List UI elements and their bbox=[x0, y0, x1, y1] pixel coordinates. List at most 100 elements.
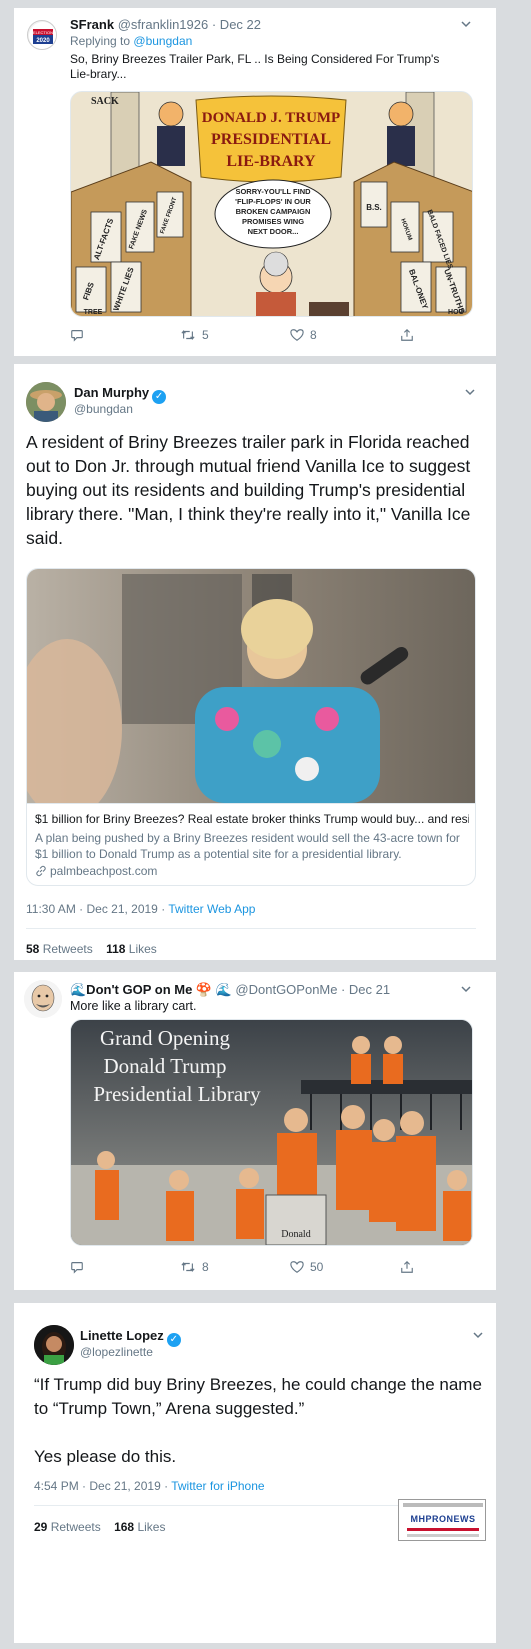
link-card-title: $1 billion for Briny Breezes? Real estat… bbox=[35, 812, 469, 826]
retweets-count: 58 bbox=[26, 942, 40, 956]
tweet-image-jail[interactable]: Donald Grand Opening Donald Trump Presid… bbox=[70, 1019, 473, 1246]
tweet-text: “If Trump did buy Briny Breezes, he coul… bbox=[34, 1375, 482, 1418]
avatar[interactable] bbox=[34, 1325, 74, 1365]
avatar-photo bbox=[26, 382, 66, 422]
avatar[interactable] bbox=[26, 382, 66, 422]
cartoon-illustration: DONALD J. TRUMP PRESIDENTIAL LIE-BRARY A… bbox=[71, 92, 472, 316]
divider bbox=[26, 928, 476, 929]
retweet-button[interactable]: 8 bbox=[180, 1260, 290, 1274]
banner-line-1: DONALD J. TRUMP bbox=[202, 110, 340, 126]
image-line-2: Donald Trump bbox=[103, 1054, 226, 1078]
svg-text:2020: 2020 bbox=[36, 38, 50, 44]
watermark-text: MHPRONEWS bbox=[410, 1514, 476, 1524]
like-icon bbox=[290, 329, 304, 341]
bubble-line-3: BROKEN CAMPAIGN bbox=[236, 207, 311, 216]
replying-label: Replying to bbox=[70, 34, 131, 48]
book-bs: B.S. bbox=[366, 203, 382, 212]
author-name[interactable]: 🌊Don't GOP on Me 🍄 🌊 bbox=[70, 982, 232, 997]
like-button[interactable]: 8 bbox=[290, 328, 400, 342]
bubble-line-2: 'FLIP-FLOPS' IN OUR bbox=[235, 197, 311, 206]
link-icon bbox=[36, 865, 46, 877]
author-name[interactable]: Dan Murphy bbox=[74, 385, 149, 400]
chevron-down-icon[interactable] bbox=[460, 983, 472, 995]
tweet-card-sfrank[interactable]: ELECTION 2020 SFrank @sfranklin1926 · De… bbox=[14, 8, 496, 356]
retweet-icon bbox=[181, 1262, 195, 1272]
tweet-date[interactable]: · Dec 21 bbox=[341, 982, 390, 997]
bubble-line-5: NEXT DOOR... bbox=[248, 227, 299, 236]
tweet-timestamp[interactable]: 4:54 PM · Dec 21, 2019 · bbox=[34, 1479, 171, 1493]
author-handle[interactable]: @lopezlinette bbox=[80, 1345, 153, 1359]
share-button[interactable] bbox=[400, 328, 414, 342]
chevron-down-icon[interactable] bbox=[472, 1329, 484, 1341]
retweet-count: 5 bbox=[202, 328, 209, 342]
like-button[interactable]: 50 bbox=[290, 1260, 400, 1274]
tweet-actions: 8 50 bbox=[70, 1260, 420, 1274]
retweet-button[interactable]: 5 bbox=[180, 328, 290, 342]
bubble-line-4: PROMISES WING bbox=[242, 217, 304, 226]
author-handle[interactable]: @DontGOPonMe bbox=[235, 982, 337, 997]
link-card-photo bbox=[27, 569, 475, 803]
tweet-source-link[interactable]: Twitter Web App bbox=[168, 902, 255, 916]
author-handle[interactable]: @sfranklin1926 bbox=[118, 17, 209, 32]
author-name[interactable]: SFrank bbox=[70, 17, 114, 32]
share-icon bbox=[401, 328, 413, 341]
image-line-1: Grand Opening bbox=[100, 1026, 231, 1050]
link-card-description: A plan being pushed by a Briny Breezes r… bbox=[35, 831, 460, 861]
bubble-line-1: SORRY-YOU'LL FIND bbox=[235, 187, 311, 196]
likes-stat[interactable]: 168 Likes bbox=[114, 1520, 165, 1534]
link-card-domain: palmbeachpost.com bbox=[50, 864, 158, 878]
tweet-text: So, Briny Breezes Trailer Park, FL .. Is… bbox=[70, 52, 440, 81]
retweet-count: 8 bbox=[202, 1260, 209, 1274]
image-line-3: Presidential Library bbox=[93, 1082, 261, 1106]
watermark-logo: MHPRONEWS bbox=[398, 1499, 486, 1541]
likes-count: 118 bbox=[106, 942, 126, 956]
reply-icon bbox=[71, 330, 83, 342]
link-card[interactable]: $1 billion for Briny Breezes? Real estat… bbox=[26, 568, 476, 886]
book-hoo: HOO bbox=[448, 309, 465, 316]
jail-photo: Donald Grand Opening Donald Trump Presid… bbox=[71, 1020, 472, 1245]
replying-to-link[interactable]: @bungdan bbox=[133, 34, 192, 48]
like-icon bbox=[290, 1261, 304, 1273]
election-2020-logo: ELECTION 2020 bbox=[29, 22, 56, 49]
chevron-down-icon[interactable] bbox=[464, 386, 476, 398]
chevron-down-icon[interactable] bbox=[460, 18, 472, 30]
link-card-image bbox=[27, 569, 475, 803]
tweet-text: A resident of Briny Breezes trailer park… bbox=[26, 432, 471, 548]
avatar[interactable] bbox=[24, 980, 62, 1018]
retweets-label: Retweets bbox=[42, 942, 93, 956]
verified-icon: ✓ bbox=[152, 390, 167, 404]
share-icon bbox=[401, 1260, 413, 1273]
retweets-stat[interactable]: 58 Retweets bbox=[26, 942, 93, 956]
tweet-text: More like a library cart. bbox=[70, 999, 197, 1013]
tweet-card-dan-murphy[interactable]: Dan Murphy ✓ @bungdan A resident of Briny… bbox=[14, 364, 496, 960]
likes-label: Likes bbox=[128, 942, 157, 956]
tweet-image-cartoon[interactable]: DONALD J. TRUMP PRESIDENTIAL LIE-BRARY A… bbox=[70, 91, 473, 317]
cartoonist-signature: SACK bbox=[91, 96, 119, 107]
tweet-actions: 5 8 bbox=[70, 328, 420, 342]
cart-label: Donald bbox=[281, 1229, 310, 1240]
author-name[interactable]: Linette Lopez bbox=[80, 1328, 164, 1343]
reply-button[interactable] bbox=[70, 328, 180, 342]
tweet-card-linette-lopez[interactable]: Linette Lopez ✓ @lopezlinette “If Trump d… bbox=[14, 1303, 496, 1643]
retweets-label: Retweets bbox=[50, 1520, 101, 1534]
avatar[interactable]: ELECTION 2020 bbox=[27, 20, 57, 50]
likes-stat[interactable]: 118 Likes bbox=[106, 942, 157, 956]
tweet-card-dontgoponme[interactable]: 🌊Don't GOP on Me 🍄 🌊 @DontGOPonMe · Dec … bbox=[14, 972, 496, 1290]
book-tree: TREE bbox=[84, 309, 103, 316]
banner-line-2: PRESIDENTIAL bbox=[211, 131, 331, 148]
retweets-stat[interactable]: 29 Retweets bbox=[34, 1520, 101, 1534]
share-button[interactable] bbox=[400, 1260, 414, 1274]
likes-count: 168 bbox=[114, 1520, 135, 1534]
banner-line-3: LIE-BRARY bbox=[226, 153, 316, 170]
tweet-timestamp[interactable]: 11:30 AM · Dec 21, 2019 · bbox=[26, 902, 168, 916]
verified-icon: ✓ bbox=[166, 1333, 181, 1347]
avatar-photo bbox=[34, 1325, 74, 1365]
svg-text:ELECTION: ELECTION bbox=[33, 30, 53, 35]
retweet-icon bbox=[181, 330, 195, 340]
reply-button[interactable] bbox=[70, 1260, 180, 1274]
author-handle[interactable]: @bungdan bbox=[74, 402, 133, 416]
avatar-cartoon bbox=[24, 980, 62, 1018]
tweet-date[interactable]: · Dec 22 bbox=[212, 17, 261, 32]
tweet-source-link[interactable]: Twitter for iPhone bbox=[171, 1479, 264, 1493]
reply-icon bbox=[71, 1262, 83, 1274]
